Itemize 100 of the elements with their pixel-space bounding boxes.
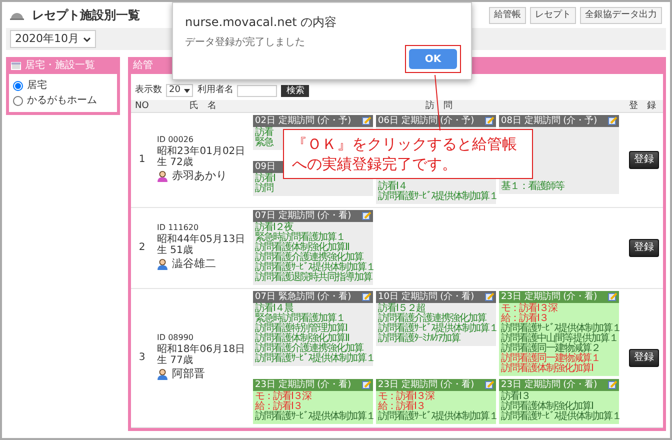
radio-button[interactable] (13, 80, 23, 90)
panel-title: 給管 (132, 60, 154, 73)
count-select[interactable]: 20 (166, 84, 194, 98)
visit-item: 緊急時訪問看護加算１ (255, 232, 345, 242)
birth-date: 昭和18年06月18日生 77歳 (157, 344, 246, 366)
person-icon (157, 171, 168, 182)
visit-card-header[interactable]: 08日 定期訪問 (介・予) (499, 114, 619, 126)
person-icon (157, 259, 168, 270)
visit-item: 給：訪看I３ (501, 314, 548, 324)
visit-item: 給：訪看I３ (378, 402, 425, 412)
visit-item: 訪看I (255, 174, 275, 184)
visit-item: 訪問看護介護連携強化加算 (378, 314, 486, 324)
dialog-title: nurse.movacal.net の内容 (185, 14, 338, 31)
header-button[interactable]: レセプト (530, 6, 576, 24)
visit-item: 基１：看護師等 (501, 182, 564, 192)
visit-item: 訪問看護介護連携強化加算 (255, 252, 363, 262)
patient-name: 赤羽あかり (172, 168, 227, 184)
patient-name: 阿部晋 (172, 366, 205, 382)
visit-card-header[interactable]: 23日 定期訪問 (介・看) (376, 378, 496, 390)
visit-card-header[interactable]: 07日 定期訪問 (介・看) (253, 210, 373, 222)
edit-icon (608, 292, 617, 301)
visit-card-header[interactable]: 02日 定期訪問 (介・予) (253, 114, 373, 126)
visit-card-header[interactable]: 06日 定期訪問 (介・予) (376, 114, 496, 126)
visit-item: 訪看I２夜 (255, 222, 293, 232)
patient-id: ID 08990 (157, 332, 195, 344)
header-button[interactable]: 給管帳 (489, 6, 526, 24)
visit-item: 訪問看護体制強化加算Ⅱ (255, 334, 349, 344)
visit-item: 訪問看護体制強化加算Ⅱ (255, 242, 349, 252)
page-title: レセプト施設別一覧 (32, 7, 140, 24)
radio-button[interactable] (13, 96, 23, 106)
visit-item: 訪問看護ｻｰﾋﾞｽ提供体制加算１ (255, 412, 375, 422)
edit-icon (362, 292, 371, 301)
visit-item: 訪問看護ｻｰﾋﾞｽ提供体制加算１ (501, 412, 621, 422)
visit-card-header[interactable]: 07日 緊急訪問 (介・看) (253, 290, 373, 302)
month-select[interactable]: 2020年10月 (10, 30, 96, 48)
column-header: 氏 名 (188, 100, 218, 112)
visit-item: 訪問看護ﾀｰﾐﾅﾙｹｱ加算 (378, 334, 460, 344)
visit-item: 訪問看護体制強化加算Ⅰ (501, 402, 593, 412)
edit-icon (362, 116, 371, 125)
row-number: 3 (138, 351, 146, 365)
visit-item: 訪問看護ｻｰﾋﾞｽ提供体制加算１ (255, 262, 375, 272)
visit-item: 訪問看護ｻｰﾋﾞｽ提供体制加算１ (378, 324, 498, 334)
visit-item: 訪問看護中山間等提供加算１ (501, 334, 618, 344)
visit-card-header[interactable]: 10日 定期訪問 (介・看) (376, 290, 496, 302)
edit-icon (362, 380, 371, 389)
visit-item: 訪問看護ｻｰﾋﾞｽ提供体制加算１ (501, 324, 621, 334)
register-button[interactable]: 登録 (629, 238, 659, 256)
birth-date: 昭和44年05月13日生 51歳 (157, 234, 246, 256)
visit-item: 訪問看護ｻｰﾋﾞｽ提供体制加算１ (378, 412, 498, 422)
visit-item: 訪問看護ｻｰﾋﾞｽ提供体制加算１ (255, 354, 375, 364)
edit-icon (485, 116, 494, 125)
visit-item: 給：訪看I３ (255, 402, 302, 412)
row-number: 2 (138, 241, 146, 255)
edit-icon (485, 380, 494, 389)
caret-icon (184, 88, 190, 93)
row-number: 1 (138, 153, 146, 167)
visit-item: 訪看I４ (378, 182, 407, 192)
column-header: 訪 問 (424, 100, 454, 112)
header-button[interactable]: 全銀協データ出力 (580, 6, 662, 24)
patient-id: ID 00026 (157, 134, 195, 146)
visit-card-header[interactable]: 23日 定期訪問 (介・看) (499, 290, 619, 302)
ok-button[interactable]: OK (409, 49, 457, 69)
patient-name: 澁谷雄二 (172, 256, 216, 272)
visit-item: 緊急 (255, 138, 273, 148)
visit-item: モ：訪看I３深 (378, 392, 434, 402)
visit-item: 訪問看護ｻｰﾋﾞｽ提供体制加算１ (378, 192, 498, 202)
visit-item: モ：訪看I３深 (255, 392, 311, 402)
column-header: 登 録 (628, 100, 657, 112)
radio-label[interactable]: かるがもホーム (27, 93, 97, 108)
user-label: 利用者名 (197, 84, 234, 97)
register-button[interactable]: 登録 (629, 348, 659, 366)
search-button[interactable]: 検索 (281, 84, 310, 97)
visit-card-header[interactable]: 23日 定期訪問 (介・看) (253, 378, 373, 390)
visit-item: モ：訪看I３深 (501, 304, 557, 314)
edit-icon (608, 380, 617, 389)
visit-item: 訪問看護体制強化加算Ⅰ (501, 364, 593, 374)
user-input-field[interactable] (237, 84, 278, 97)
person-icon (157, 369, 168, 380)
visit-item: 訪問看護同一建物減算２ (501, 344, 600, 354)
window-icon (11, 62, 21, 70)
register-button[interactable]: 登録 (629, 150, 659, 168)
visit-item: 訪問看護同一建物減算１ (501, 354, 600, 364)
visit-item: 訪問 (255, 184, 273, 194)
count-label: 表示数 (135, 84, 162, 97)
edit-icon (485, 292, 494, 301)
chevron-icon (83, 36, 91, 42)
dialog-message: データ登録が完了しました (185, 36, 306, 50)
visit-item: 訪看I４晨 (255, 304, 293, 314)
visit-item: 訪看 (255, 128, 273, 138)
visit-item: 訪看I３ (501, 392, 530, 402)
visit-card-header[interactable]: 23日 定期訪問 (介・看) (499, 378, 619, 390)
visit-item: 訪問看護特別管理加算Ⅰ (255, 324, 347, 334)
birth-date: 昭和23年01月02日生 72歳 (157, 146, 246, 168)
visit-item: 訪問看護介護連携強化加算 (255, 344, 363, 354)
edit-icon (362, 211, 371, 220)
radio-label[interactable]: 居宅 (27, 78, 47, 93)
edit-icon (608, 116, 617, 125)
visit-item: 訪看I５２超 (378, 304, 425, 314)
visit-item: 緊急時訪問看護加算１ (255, 314, 345, 324)
panel-title: 居宅・施設一覧 (25, 60, 95, 72)
